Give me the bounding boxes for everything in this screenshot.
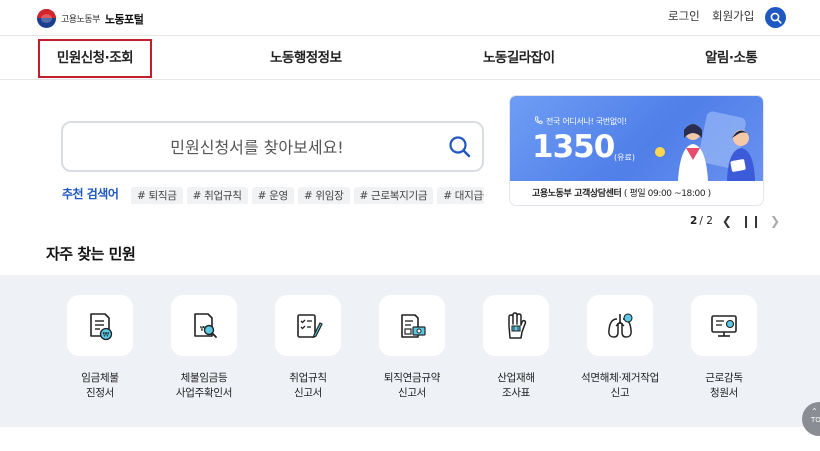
nav-civil-petition[interactable]: 민원신청·조회 <box>38 39 152 78</box>
phone-icon <box>535 116 543 124</box>
service-labor-inspection-petition[interactable]: 근로감독 청원서 <box>672 295 776 401</box>
join-link[interactable]: 회원가입 <box>712 8 754 24</box>
arrow-up-icon: ⌃ <box>811 407 818 416</box>
banner-visual: 전국 어디서나! 국번없이! 1350 (유료) <box>510 96 763 181</box>
search-icon <box>770 12 782 24</box>
paid-note: (유료) <box>614 153 635 162</box>
keyword-chip[interactable]: # 취업규칙 <box>186 187 248 204</box>
service-tile <box>691 295 757 356</box>
service-label: 체불임금등 사업주확인서 <box>175 372 233 399</box>
document-search-icon: ₩ <box>194 312 217 338</box>
next-arrow-icon[interactable]: ❯ <box>770 214 780 228</box>
call-center-banner[interactable]: 전국 어디서나! 국번없이! 1350 (유료) 고용노동부 고객상담센터 ( … <box>509 95 764 206</box>
login-link[interactable]: 로그인 <box>668 8 700 24</box>
pension-document-icon <box>401 313 426 338</box>
counselor-illustration-icon <box>655 111 755 181</box>
main-nav: 민원신청·조회 노동행정정보 노동길라잡이 알림·소통 <box>0 37 820 80</box>
site-logo[interactable]: 고용노동부 노동포털 <box>37 9 144 28</box>
service-label: 석면해체·제거작업 신고 <box>581 372 659 399</box>
banner-pager: 2 / 2 ❮ ❙❙ ❯ <box>690 214 780 228</box>
keyword-chip[interactable]: # 운영 <box>251 187 294 204</box>
nav-notice-communication[interactable]: 알림·소통 <box>705 37 758 80</box>
top-label: TOP <box>811 416 820 424</box>
service-tile: ₩ <box>67 295 133 356</box>
frequent-petitions-list: ₩ 임금체불 진정서 ₩ 체불임금등 사업주확인서 취업규칙 신고서 퇴직연금규… <box>0 275 820 427</box>
service-employment-rules-report[interactable]: 취업규칙 신고서 <box>256 295 360 401</box>
keyword-chip[interactable]: # 근로복지기금 <box>353 187 434 204</box>
recommended-keywords: # 퇴직금# 취업규칙# 운영# 위임장# 근로복지기금# 대지급금 <box>131 184 484 204</box>
checklist-pen-icon <box>297 313 323 338</box>
banner-footer: 고용노동부 고객상담센터 ( 평일 09:00 ~18:00 ) <box>510 181 763 205</box>
prev-arrow-icon[interactable]: ❮ <box>722 214 732 228</box>
petition-search-button[interactable] <box>447 134 473 160</box>
pager-current: 2 <box>690 215 698 227</box>
service-unpaid-wage-confirmation[interactable]: ₩ 체불임금등 사업주확인서 <box>152 295 256 401</box>
service-wage-arrears-petition[interactable]: ₩ 임금체불 진정서 <box>48 295 152 401</box>
service-label: 퇴직연금규약 신고서 <box>383 372 441 399</box>
nav-labor-admin-info[interactable]: 노동행정정보 <box>270 37 342 80</box>
service-tile: ₩ <box>171 295 237 356</box>
call-center-name: 고용노동부 고객상담센터 <box>532 189 622 199</box>
service-tile <box>379 295 445 356</box>
frequent-petitions-title: 자주 찾는 민원 <box>46 245 136 263</box>
service-label: 근로감독 청원서 <box>705 372 743 399</box>
wage-arrears-document-icon: ₩ <box>90 312 113 340</box>
service-tile <box>587 295 653 356</box>
nav-labor-guide[interactable]: 노동길라잡이 <box>483 37 555 80</box>
ministry-name: 고용노동부 <box>61 15 100 25</box>
keyword-chip[interactable]: # 퇴직금 <box>131 187 183 204</box>
pause-icon[interactable]: ❙❙ <box>741 214 761 228</box>
service-label: 취업규칙 신고서 <box>289 372 327 399</box>
pager-total: / 2 <box>699 215 713 227</box>
petition-search-input[interactable] <box>77 133 437 161</box>
keyword-chip[interactable]: # 위임장 <box>297 187 350 204</box>
petition-search-box <box>61 121 484 172</box>
call-center-hours: ( 평일 09:00 ~18:00 ) <box>623 189 711 199</box>
recommended-keywords-label: 추천 검색어 <box>62 187 119 201</box>
call-center-number: 1350 <box>532 129 615 165</box>
lungs-icon <box>608 312 633 338</box>
service-label: 산업재해 조사표 <box>497 372 535 399</box>
svg-text:₩: ₩ <box>103 330 110 338</box>
service-label: 임금체불 진정서 <box>81 372 119 399</box>
service-industrial-accident-report[interactable]: 산업재해 조사표 <box>464 295 568 401</box>
search-icon <box>449 136 471 158</box>
site-header: 고용노동부 노동포털 로그인 회원가입 <box>0 0 820 36</box>
government-emblem-icon <box>37 9 56 28</box>
service-tile <box>483 295 549 356</box>
injured-hand-icon <box>508 311 527 339</box>
service-tile <box>275 295 341 356</box>
keyword-chip[interactable]: # 대지급금 <box>437 187 484 204</box>
portal-name: 노동포털 <box>104 12 144 26</box>
monitor-check-icon <box>711 314 737 337</box>
service-retirement-pension-report[interactable]: 퇴직연금규약 신고서 <box>360 295 464 401</box>
banner-tagline: 전국 어디서나! 국번없이! <box>546 117 627 126</box>
service-asbestos-removal-report[interactable]: 석면해체·제거작업 신고 <box>568 295 672 401</box>
header-search-button[interactable] <box>765 7 786 28</box>
